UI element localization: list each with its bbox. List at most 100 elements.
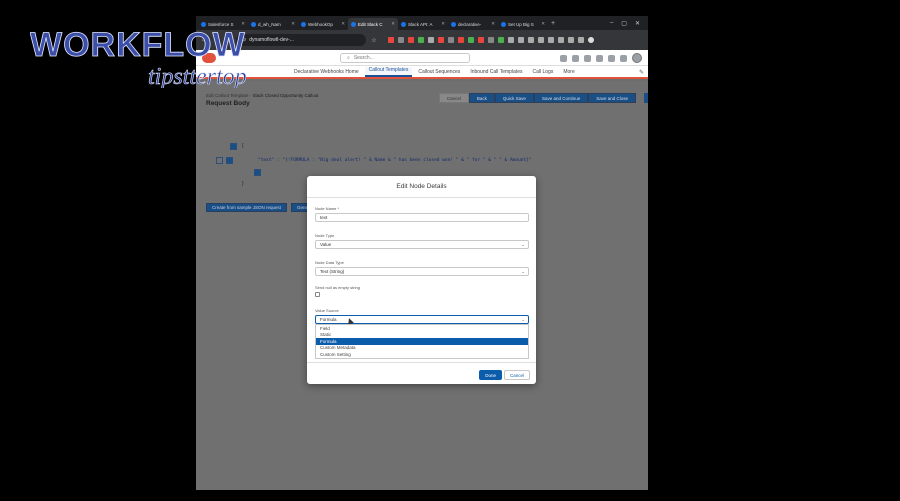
record-breadcrumb: Edit Callout Template · Slack Closed Opp…	[206, 93, 319, 98]
create-from-sample-json-button[interactable]: Create from sample JSON request	[206, 203, 288, 212]
nav-item-home[interactable]: Declarative Webhooks Home	[290, 69, 363, 77]
close-icon[interactable]: ✕	[291, 21, 295, 27]
extension-icon[interactable]	[398, 37, 404, 43]
extension-icon[interactable]	[548, 37, 554, 43]
browser-tab[interactable]: WebhookOp ✕	[298, 18, 348, 30]
extension-icon[interactable]	[448, 37, 454, 43]
panel-toggle-button[interactable]	[644, 93, 648, 103]
avatar[interactable]	[632, 53, 642, 63]
done-button[interactable]: Done	[479, 370, 502, 380]
extension-icon[interactable]	[528, 37, 534, 43]
extension-icon[interactable]	[568, 37, 574, 43]
favicon-icon	[351, 21, 356, 27]
tab-label: Edit Slack C	[358, 21, 383, 27]
close-brace: }	[242, 181, 244, 187]
screen: Salesforce S ✕ d_wh_Nam ✕ WebhookOp ✕ Edit …	[0, 0, 900, 501]
node-name-input[interactable]: text	[315, 213, 529, 222]
extension-icon[interactable]	[468, 37, 474, 43]
global-search-input[interactable]: ⌕ Search...	[340, 53, 470, 63]
favicon-icon	[451, 21, 456, 27]
extension-icon[interactable]	[408, 37, 414, 43]
help-icon[interactable]	[596, 54, 603, 62]
watermark-line-2: tipsttertop	[148, 64, 247, 88]
open-brace: {	[242, 143, 244, 149]
browser-tab[interactable]: Set Up Big S ✕	[498, 18, 548, 30]
profile-icon[interactable]	[588, 37, 594, 43]
nav-item-callout-templates[interactable]: Callout Templates	[364, 67, 413, 77]
extension-icons	[388, 37, 594, 43]
close-icon[interactable]: ✕	[541, 21, 545, 27]
close-icon[interactable]: ✕	[391, 21, 395, 27]
extension-icon[interactable]	[518, 37, 524, 43]
quick-save-button[interactable]: Quick Save	[494, 93, 534, 103]
edit-node-details-modal: Edit Node Details Node Name * text Node …	[307, 176, 536, 384]
maximize-button[interactable]: ▢	[621, 20, 627, 27]
extension-icon[interactable]	[558, 37, 564, 43]
close-icon[interactable]: ✕	[491, 21, 495, 27]
add-icon[interactable]	[572, 54, 579, 62]
close-window-button[interactable]: ✕	[635, 20, 640, 27]
extension-icon[interactable]	[578, 37, 584, 43]
remove-node-button[interactable]	[216, 157, 223, 164]
extension-icon[interactable]	[438, 37, 444, 43]
save-and-continue-button[interactable]: Save and Continue	[533, 93, 589, 103]
extension-icon[interactable]	[388, 37, 394, 43]
nav-item-call-logs[interactable]: Call Logs	[528, 69, 557, 77]
edit-node-button[interactable]	[226, 157, 233, 164]
favorites-icon[interactable]	[560, 54, 567, 62]
extension-icon[interactable]	[488, 37, 494, 43]
extension-icon[interactable]	[428, 37, 434, 43]
favicon-icon	[301, 21, 306, 27]
extension-icon[interactable]	[458, 37, 464, 43]
null-checkbox-label: Send null as empty string	[315, 285, 360, 290]
setup-gear-icon[interactable]	[608, 54, 615, 62]
extension-icon[interactable]	[508, 37, 514, 43]
extension-icon[interactable]	[538, 37, 544, 43]
browser-tab[interactable]: declarative- ✕	[448, 18, 498, 30]
browser-tab-active[interactable]: Edit Slack C ✕	[348, 18, 398, 30]
close-icon[interactable]: ✕	[441, 21, 445, 27]
favicon-icon	[501, 21, 506, 27]
chevron-down-icon: ⌄	[521, 317, 525, 322]
save-and-close-button[interactable]: Save and Close	[588, 93, 636, 103]
record-name: Slack Closed Opportunity Callout	[252, 93, 319, 98]
node-type-select[interactable]: Value ⌄	[315, 240, 529, 249]
back-button[interactable]: Back	[468, 93, 495, 103]
browser-tab[interactable]: Slack API: A ✕	[398, 18, 448, 30]
close-icon[interactable]: ✕	[341, 21, 345, 27]
chevron-down-icon: ⌄	[521, 242, 525, 247]
watermark-line-1: WORKFLOW	[30, 26, 246, 64]
extension-icon[interactable]	[478, 37, 484, 43]
nav-item-callout-sequences[interactable]: Callout Sequences	[414, 69, 464, 77]
modal-footer: Done Cancel	[307, 362, 536, 384]
search-icon: ⌕	[347, 55, 350, 61]
bookmark-star-icon[interactable]: ☆	[370, 37, 378, 44]
add-child-node-button[interactable]	[254, 169, 261, 176]
chevron-down-icon: ⌄	[521, 269, 525, 274]
record-actions: Cancel Back Quick Save Save and Continue…	[438, 93, 636, 103]
cancel-button[interactable]: Cancel	[503, 370, 530, 380]
modal-title: Edit Node Details	[307, 176, 536, 198]
option-custom-setting[interactable]: Custom Setting	[316, 351, 528, 358]
nav-item-inbound-call-templates[interactable]: Inbound Call Templates	[466, 69, 526, 77]
extension-icon[interactable]	[498, 37, 504, 43]
value-source-options: Field Static Formula Custom Metadata Cus…	[315, 324, 529, 359]
cancel-record-button[interactable]: Cancel	[438, 93, 469, 103]
add-node-button[interactable]	[230, 143, 237, 150]
header-utility-icons	[560, 53, 642, 63]
search-placeholder: Search...	[353, 55, 374, 61]
nav-item-more[interactable]: More	[559, 69, 578, 77]
trailhead-icon[interactable]	[584, 54, 591, 62]
favicon-icon	[401, 21, 406, 27]
json-node-text: "text" : "{!FORMULA : "Big deal alert! "…	[258, 158, 532, 163]
notifications-bell-icon[interactable]	[620, 54, 627, 62]
node-data-type-select[interactable]: Text (String) ⌄	[315, 267, 529, 276]
new-tab-button[interactable]: +	[548, 20, 558, 27]
null-as-empty-checkbox[interactable]	[315, 292, 320, 297]
tab-label: declarative-	[458, 21, 482, 27]
edit-nav-icon[interactable]: ✎	[639, 69, 644, 76]
extension-icon[interactable]	[418, 37, 424, 43]
node-name-value: text	[320, 215, 328, 220]
minimize-button[interactable]: –	[610, 20, 613, 27]
value-source-label: Value Source	[315, 308, 339, 313]
